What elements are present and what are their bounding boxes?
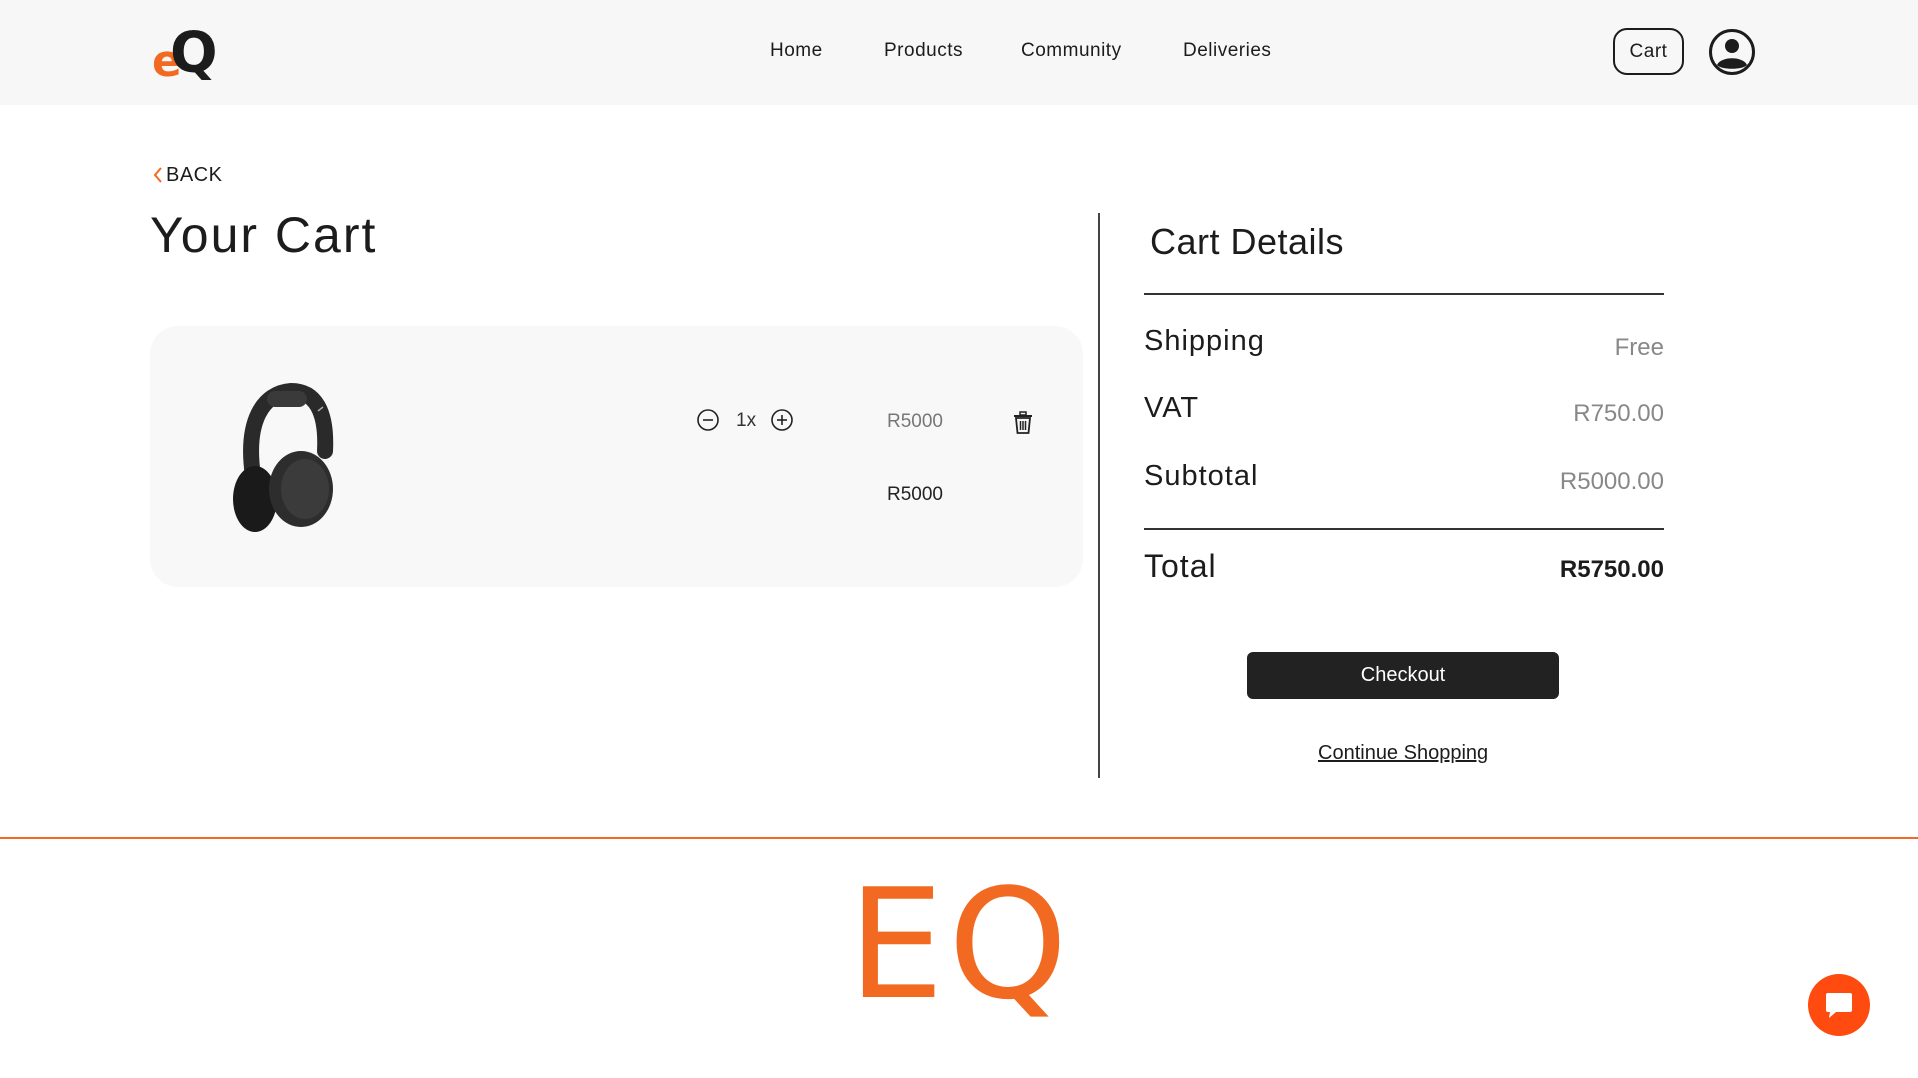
subtotal-label: Subtotal bbox=[1144, 460, 1259, 492]
chat-button[interactable] bbox=[1808, 974, 1870, 1036]
back-link[interactable]: BACK bbox=[152, 164, 222, 187]
eq-logo[interactable]: e Q bbox=[152, 18, 218, 88]
nav-community[interactable]: Community bbox=[1021, 40, 1122, 62]
total-label: Total bbox=[1144, 548, 1217, 584]
svg-text:Q: Q bbox=[170, 21, 218, 86]
shipping-label: Shipping bbox=[1144, 325, 1265, 357]
details-divider-bottom bbox=[1144, 528, 1664, 530]
user-circle-icon[interactable] bbox=[1708, 28, 1756, 76]
chat-bubble-icon bbox=[1826, 993, 1852, 1018]
back-label: BACK bbox=[166, 164, 223, 186]
cart-details-title: Cart Details bbox=[1150, 221, 1345, 262]
nav-home[interactable]: Home bbox=[770, 40, 823, 62]
details-divider-top bbox=[1144, 293, 1664, 295]
page-title: Your Cart bbox=[150, 207, 378, 263]
footer-logo: EQ bbox=[848, 856, 1072, 1033]
shipping-value: Free bbox=[1614, 334, 1664, 361]
headphones-icon bbox=[233, 382, 334, 532]
unit-price: R5000 bbox=[887, 411, 943, 432]
subtotal-value: R5000.00 bbox=[1559, 468, 1664, 495]
line-total: R5000 bbox=[887, 484, 943, 505]
checkout-button[interactable]: Checkout bbox=[1247, 652, 1559, 699]
trash-icon[interactable] bbox=[1012, 411, 1034, 435]
total-value: R5750.00 bbox=[1559, 556, 1664, 583]
vertical-divider bbox=[1098, 213, 1100, 778]
footer-divider bbox=[0, 837, 1918, 839]
nav-deliveries[interactable]: Deliveries bbox=[1183, 40, 1271, 62]
increase-quantity-icon[interactable] bbox=[770, 408, 794, 432]
decrease-quantity-icon[interactable] bbox=[696, 408, 720, 432]
vat-value: R750.00 bbox=[1573, 400, 1664, 427]
nav-products[interactable]: Products bbox=[884, 40, 963, 62]
cart-item-card: 1x R5000 R5000 bbox=[150, 326, 1083, 587]
cart-button[interactable]: Cart bbox=[1613, 28, 1684, 75]
site-header: e Q Home Products Community Deliveries C… bbox=[0, 0, 1918, 105]
chevron-left-icon bbox=[153, 167, 162, 183]
quantity-value: 1x bbox=[736, 410, 757, 431]
vat-label: VAT bbox=[1144, 392, 1200, 424]
continue-shopping-link[interactable]: Continue Shopping bbox=[1318, 742, 1488, 765]
